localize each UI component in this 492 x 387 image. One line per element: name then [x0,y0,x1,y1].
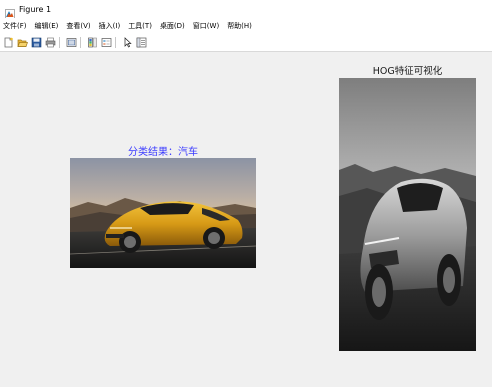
property-inspector-icon [136,37,146,48]
new-figure-button[interactable] [2,37,14,49]
menu-window[interactable]: 窗口(W) [189,21,223,31]
legend-icon [101,38,111,47]
save-icon [31,37,41,48]
title-bar: Figure 1 [0,0,492,19]
menu-tools[interactable]: 工具(T) [124,21,156,31]
colorbar-icon [87,37,97,48]
figure-window: Figure 1 文件(F) 编辑(E) 查看(V) 插入(I) 工具(T) 桌… [0,0,492,387]
save-button[interactable] [30,37,42,49]
legend-button[interactable] [100,37,112,49]
figure-canvas: 分类结果：汽车 HOG特征可视化 [0,52,492,387]
menu-view[interactable]: 查看(V) [62,21,94,31]
menu-file[interactable]: 文件(F) [0,21,31,31]
link-plot-icon [66,38,76,47]
menu-bar: 文件(F) 编辑(E) 查看(V) 插入(I) 工具(T) 桌面(D) 窗口(W… [0,18,492,34]
link-plot-button[interactable] [65,37,77,49]
hog-feature-image [339,78,476,351]
property-inspector-button[interactable] [135,37,147,49]
window-title: Figure 1 [19,4,52,14]
toolbar-separator [115,37,116,48]
print-icon [45,37,55,48]
edit-plot-button[interactable] [121,37,133,49]
colorbar-button[interactable] [86,37,98,49]
left-axes-title: 分类结果：汽车 [128,147,198,158]
menu-insert[interactable]: 插入(I) [95,21,125,31]
toolbar-separator [59,37,60,48]
new-figure-icon [4,37,13,48]
print-button[interactable] [44,37,56,49]
toolbar-separator [80,37,81,48]
open-file-button[interactable] [16,37,28,49]
right-axes-title: HOG特征可视化 [372,66,443,77]
menu-desktop[interactable]: 桌面(D) [156,21,189,31]
edit-plot-arrow-icon [124,37,132,48]
open-file-icon [16,39,28,47]
menu-help[interactable]: 帮助(H) [223,21,256,31]
car-photo-image [70,158,256,268]
toolbar [0,34,492,52]
menu-edit[interactable]: 编辑(E) [31,21,63,31]
matlab-figure-icon [5,4,15,19]
